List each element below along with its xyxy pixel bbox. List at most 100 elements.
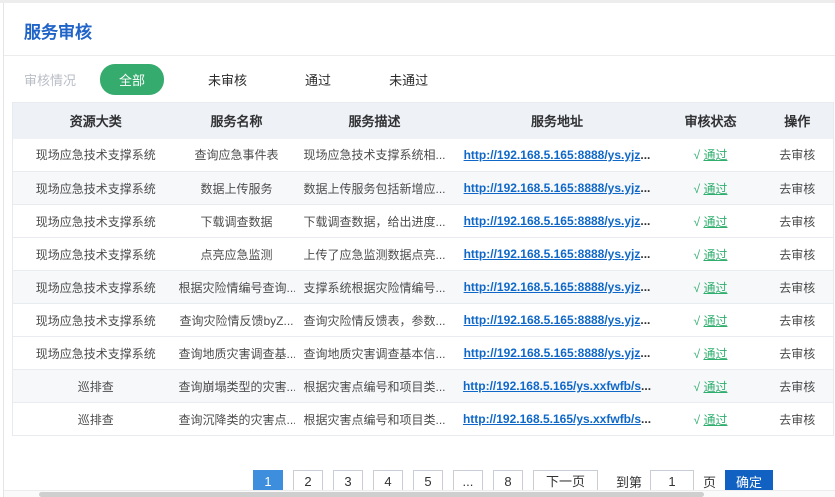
cell-service-url: http://192.168.5.165/ys.xxfwfb/s... (455, 370, 660, 403)
filter-tab-2[interactable]: 通过 (291, 64, 345, 95)
service-url-link[interactable]: http://192.168.5.165:8888/ys.yjz (464, 280, 641, 294)
cell-service-name: 根据灾险情编号查询... (179, 271, 295, 304)
go-audit-link[interactable]: 去审核 (779, 413, 815, 427)
table-row: 现场应急技术支撑系统查询灾险情反馈byZ...查询灾险情反馈表，参数... htt… (13, 304, 834, 337)
go-audit-link[interactable]: 去审核 (779, 248, 815, 262)
cell-audit-status: √ 通过 (660, 403, 762, 436)
status-text: 通过 (703, 380, 727, 394)
cell-action: 去审核 (762, 172, 834, 205)
cell-action: 去审核 (762, 403, 834, 436)
status-text: 通过 (703, 314, 727, 328)
filter-tab-0[interactable]: 全部 (100, 64, 164, 95)
cell-service-url: http://192.168.5.165:8888/ys.yjz... (455, 205, 660, 238)
cell-service-url: http://192.168.5.165:8888/ys.yjz... (455, 337, 660, 370)
cell-audit-status: √ 通过 (660, 304, 762, 337)
service-url-link[interactable]: http://192.168.5.165:8888/ys.yjz (464, 247, 641, 261)
cell-service-desc: 根据灾害点编号和项目类... (295, 403, 455, 436)
go-audit-link[interactable]: 去审核 (779, 281, 815, 295)
go-audit-link[interactable]: 去审核 (779, 215, 815, 229)
url-ellipsis: ... (640, 247, 650, 261)
horizontal-scrollbar-thumb[interactable] (39, 492, 704, 497)
check-icon: √ (694, 413, 701, 427)
status-text: 通过 (703, 248, 727, 262)
cell-service-desc: 现场应急技术支撑系统相... (295, 139, 455, 172)
url-ellipsis: ... (641, 412, 651, 426)
cell-service-desc: 支撑系统根据灾险情编号... (295, 271, 455, 304)
cell-category: 巡排查 (13, 403, 179, 436)
column-header: 服务名称 (179, 103, 295, 139)
table-row: 现场应急技术支撑系统点亮应急监测上传了应急监测数据点亮...http://192… (13, 238, 834, 271)
go-audit-link[interactable]: 去审核 (779, 380, 815, 394)
table-row: 现场应急技术支撑系统根据灾险情编号查询...支撑系统根据灾险情编号... http… (13, 271, 834, 304)
horizontal-scrollbar[interactable] (4, 490, 835, 497)
check-icon: √ (694, 148, 701, 162)
cell-service-name: 查询沉降类的灾害点... (179, 403, 295, 436)
table-row: 巡排查查询沉降类的灾害点...根据灾害点编号和项目类...http://192.… (13, 403, 834, 436)
status-text: 通过 (703, 347, 727, 361)
check-icon: √ (694, 380, 701, 394)
check-icon: √ (694, 215, 701, 229)
cell-service-name: 查询崩塌类型的灾害... (179, 370, 295, 403)
cell-category: 现场应急技术支撑系统 (13, 205, 179, 238)
url-ellipsis: ... (640, 148, 650, 162)
status-text: 通过 (703, 215, 727, 229)
cell-audit-status: √ 通过 (660, 172, 762, 205)
goto-page-prefix: 到第 (616, 472, 642, 491)
cell-action: 去审核 (762, 238, 834, 271)
cell-audit-status: √ 通过 (660, 271, 762, 304)
column-header: 操作 (762, 103, 834, 139)
cell-service-name: 下载调查数据 (179, 205, 295, 238)
service-url-link[interactable]: http://192.168.5.165:8888/ys.yjz (464, 313, 641, 327)
cell-action: 去审核 (762, 139, 834, 172)
column-header: 服务地址 (455, 103, 660, 139)
table-row: 现场应急技术支撑系统查询应急事件表现场应急技术支撑系统相...http://19… (13, 139, 834, 172)
services-table: 资源大类服务名称服务描述服务地址审核状态操作 现场应急技术支撑系统查询应急事件表… (12, 102, 834, 436)
cell-category: 现场应急技术支撑系统 (13, 304, 179, 337)
filter-tab-1[interactable]: 未审核 (194, 64, 261, 95)
cell-category: 现场应急技术支撑系统 (13, 238, 179, 271)
url-ellipsis: ... (640, 181, 650, 195)
cell-audit-status: √ 通过 (660, 205, 762, 238)
url-ellipsis: ... (640, 313, 650, 327)
table-row: 巡排查查询崩塌类型的灾害...根据灾害点编号和项目类...http://192.… (13, 370, 834, 403)
cell-service-name: 查询应急事件表 (179, 139, 295, 172)
cell-service-url: http://192.168.5.165/ys.xxfwfb/s... (455, 403, 660, 436)
service-url-link[interactable]: http://192.168.5.165/ys.xxfwfb/s (463, 412, 641, 426)
check-icon: √ (694, 281, 701, 295)
go-audit-link[interactable]: 去审核 (779, 182, 815, 196)
cell-service-name: 点亮应急监测 (179, 238, 295, 271)
goto-page-suffix: 页 (703, 472, 716, 491)
column-header: 资源大类 (13, 103, 179, 139)
go-audit-link[interactable]: 去审核 (779, 314, 815, 328)
service-url-link[interactable]: http://192.168.5.165:8888/ys.yjz (464, 214, 641, 228)
filter-label: 审核情况 (24, 70, 76, 89)
service-url-link[interactable]: http://192.168.5.165:8888/ys.yjz (464, 148, 641, 162)
cell-service-url: http://192.168.5.165:8888/ys.yjz... (455, 172, 660, 205)
cell-audit-status: √ 通过 (660, 337, 762, 370)
service-audit-panel: 服务审核 审核情况 全部未审核通过未通过 资源大类服务名称服务描述服务地址审核状… (3, 3, 835, 497)
go-audit-link[interactable]: 去审核 (779, 347, 815, 361)
check-icon: √ (694, 314, 701, 328)
filter-tab-3[interactable]: 未通过 (375, 64, 442, 95)
cell-service-name: 查询地质灾害调查基... (179, 337, 295, 370)
status-text: 通过 (703, 281, 727, 295)
cell-action: 去审核 (762, 337, 834, 370)
cell-category: 现场应急技术支撑系统 (13, 271, 179, 304)
table-row: 现场应急技术支撑系统查询地质灾害调查基...查询地质灾害调查基本信...http… (13, 337, 834, 370)
cell-action: 去审核 (762, 370, 834, 403)
cell-service-url: http://192.168.5.165:8888/ys.yjz... (455, 139, 660, 172)
cell-category: 巡排查 (13, 370, 179, 403)
cell-category: 现场应急技术支撑系统 (13, 337, 179, 370)
filter-tabs: 全部未审核通过未通过 (100, 64, 472, 95)
service-url-link[interactable]: http://192.168.5.165:8888/ys.yjz (464, 181, 641, 195)
service-url-link[interactable]: http://192.168.5.165:8888/ys.yjz (464, 346, 641, 360)
check-icon: √ (694, 347, 701, 361)
cell-service-name: 查询灾险情反馈byZ... (179, 304, 295, 337)
cell-service-desc: 查询灾险情反馈表，参数... (295, 304, 455, 337)
cell-action: 去审核 (762, 304, 834, 337)
url-ellipsis: ... (640, 346, 650, 360)
table-row: 现场应急技术支撑系统数据上传服务数据上传服务包括新增应...http://192… (13, 172, 834, 205)
go-audit-link[interactable]: 去审核 (779, 148, 815, 162)
service-url-link[interactable]: http://192.168.5.165/ys.xxfwfb/s (463, 379, 641, 393)
column-header: 审核状态 (660, 103, 762, 139)
